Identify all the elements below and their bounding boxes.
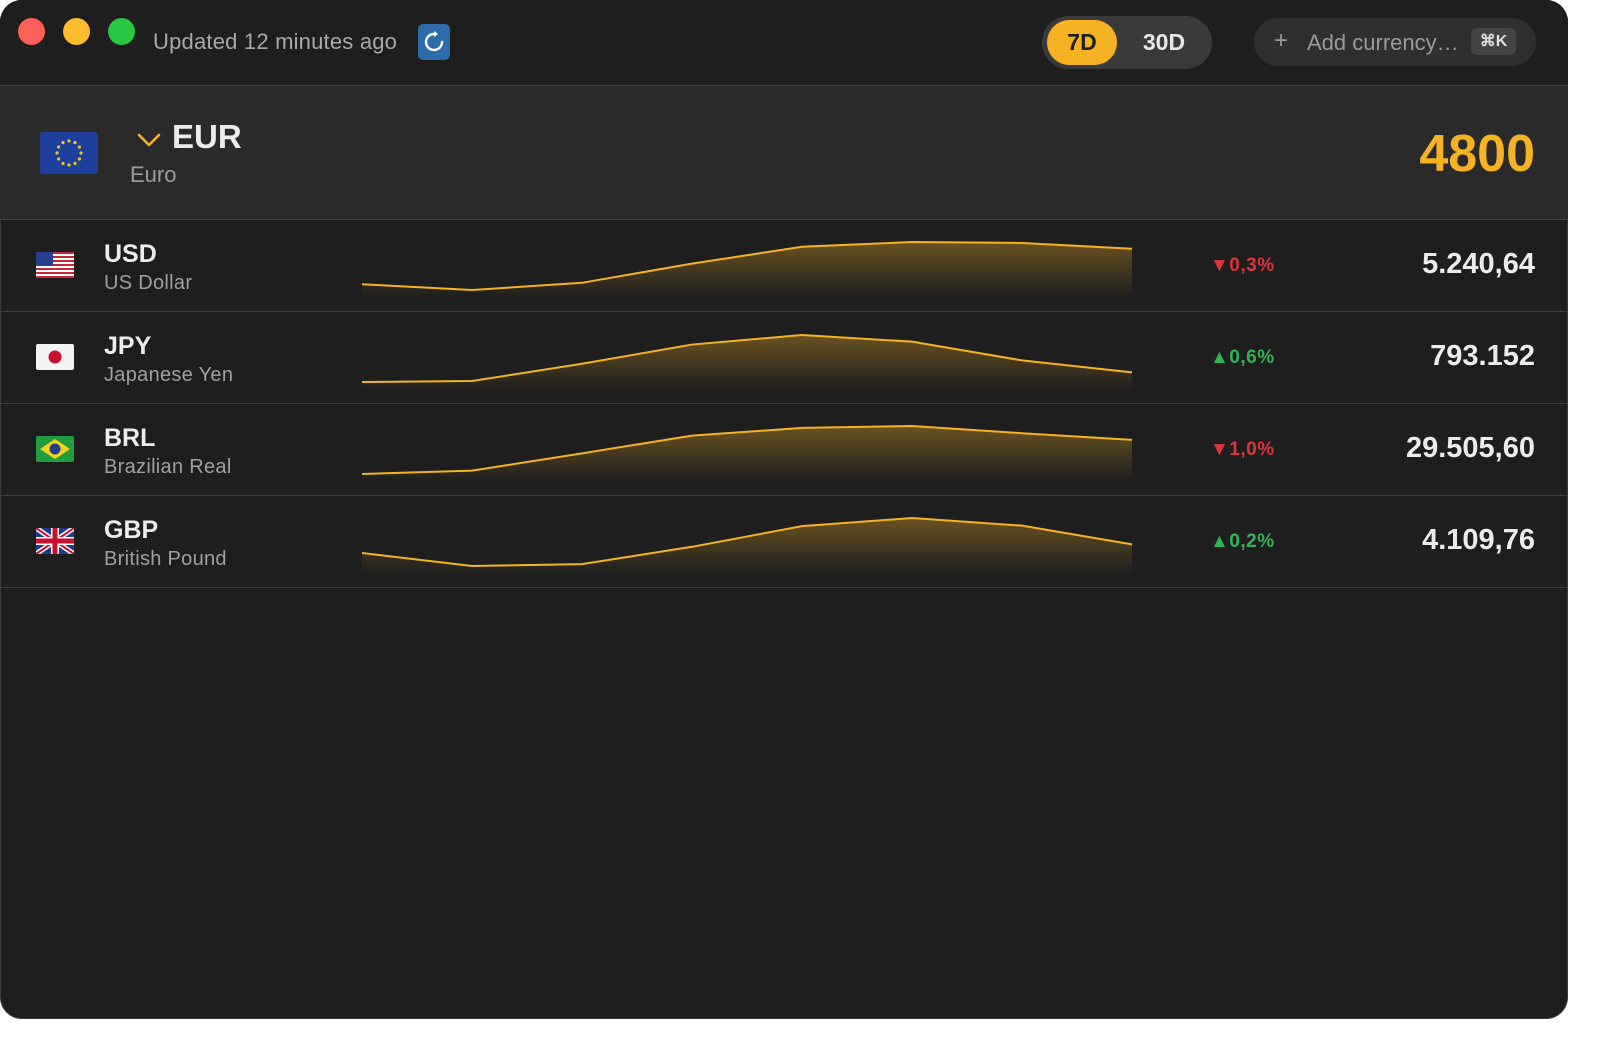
eu-flag-icon [40, 132, 98, 174]
jp-flag-icon [36, 344, 74, 370]
minimize-window-button[interactable] [63, 18, 90, 45]
converted-value: 4.109,76 [1422, 524, 1535, 556]
add-currency-button[interactable]: + Add currency… ⌘K [1254, 18, 1536, 66]
currency-row-gbp[interactable]: GBP British Pound ▲0,2% 4.109,76 [0, 496, 1568, 588]
currency-name: Brazilian Real [104, 456, 232, 478]
change-badge: ▲0,6% [1210, 347, 1275, 368]
change-badge: ▲0,2% [1210, 531, 1275, 552]
change-badge: ▼0,3% [1210, 255, 1275, 276]
converted-value: 793.152 [1430, 340, 1535, 372]
maximize-window-button[interactable] [108, 18, 135, 45]
updated-status: Updated 12 minutes ago [153, 29, 398, 54]
sparkline-area [362, 334, 1132, 390]
currency-name: US Dollar [104, 272, 193, 294]
converted-value: 29.505,60 [1405, 432, 1535, 464]
currency-row-jpy[interactable]: JPY Japanese Yen ▲0,6% 793.152 [0, 312, 1568, 404]
sparkline-area [362, 426, 1132, 482]
currency-code: GBP [104, 516, 159, 544]
app-window: Updated 12 minutes ago 7D 30D + Add curr… [0, 0, 1568, 1019]
base-amount[interactable]: 4800 [1419, 124, 1535, 184]
sparkline-chart [362, 240, 1133, 298]
shortcut-badge: ⌘K [1471, 28, 1516, 55]
title-bar: Updated 12 minutes ago 7D 30D + Add curr… [0, 0, 1568, 86]
add-currency-label: Add currency… [1307, 30, 1459, 55]
us-flag-icon [36, 252, 74, 278]
refresh-button[interactable] [418, 24, 450, 60]
currency-row-usd[interactable]: USD US Dollar ▼0,3% 5.240,64 [0, 220, 1568, 312]
plus-icon: + [1274, 27, 1289, 54]
sparkline-chart [362, 516, 1133, 574]
currency-code: BRL [104, 424, 156, 452]
chevron-down-icon[interactable] [137, 132, 161, 148]
gb-flag-icon [36, 528, 74, 554]
base-currency-row[interactable]: EUR Euro 4800 [0, 86, 1568, 220]
base-currency-code: EUR [172, 118, 242, 155]
sparkline-chart [362, 333, 1133, 390]
period-30d-button[interactable]: 30D [1124, 20, 1204, 65]
close-window-button[interactable] [18, 18, 45, 45]
refresh-icon [424, 31, 444, 52]
br-flag-icon [36, 436, 74, 462]
period-selector: 7D 30D [1042, 16, 1212, 69]
currency-code: USD [104, 240, 157, 268]
converted-value: 5.240,64 [1422, 248, 1535, 280]
base-currency-name: Euro [130, 162, 177, 187]
currency-code: JPY [104, 332, 152, 360]
currency-row-brl[interactable]: BRL Brazilian Real ▼1,0% 29.505,60 [0, 404, 1568, 496]
change-badge: ▼1,0% [1210, 439, 1275, 460]
sparkline-chart [362, 424, 1133, 482]
currency-name: British Pound [104, 548, 227, 570]
period-7d-button[interactable]: 7D [1047, 20, 1117, 65]
currency-name: Japanese Yen [104, 364, 234, 386]
